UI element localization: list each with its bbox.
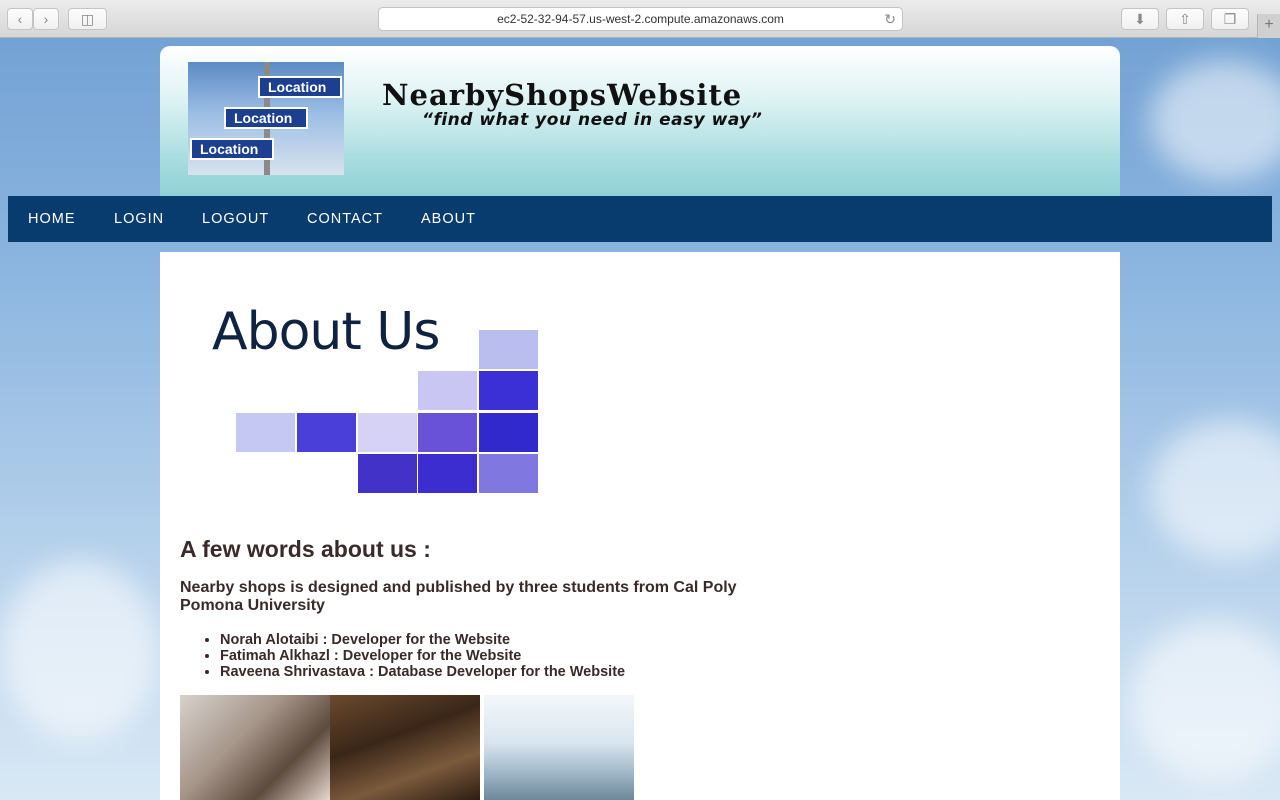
about-us-banner-text: About Us (212, 302, 440, 362)
site-header: Location Location Location NearbyShopsWe… (160, 46, 1120, 196)
banner-tile (418, 413, 477, 452)
site-slogan: “find what you need in easy way” (422, 110, 763, 130)
cloud-decoration (1150, 420, 1280, 560)
nav-home[interactable]: HOME (28, 196, 76, 242)
banner-tile (358, 413, 417, 452)
team-photo (330, 695, 480, 800)
list-item: Raveena Shrivastava : Database Developer… (220, 664, 625, 680)
tabs-icon[interactable]: ❐ (1211, 8, 1249, 30)
list-item: Fatimah Alkhazl : Developer for the Webs… (220, 648, 625, 664)
main-nav: HOME LOGIN LOGOUT CONTACT ABOUT (8, 196, 1272, 242)
section-heading: A few words about us : (180, 536, 431, 562)
forward-icon[interactable]: › (33, 8, 59, 30)
url-text: ec2-52-32-94-57.us-west-2.compute.amazon… (497, 12, 784, 26)
download-icon[interactable]: ⬇ (1121, 8, 1159, 30)
browser-toolbar: ‹ › ◫ ec2-52-32-94-57.us-west-2.compute.… (0, 0, 1280, 38)
cloud-decoration (1130, 620, 1280, 780)
banner-tile (418, 454, 477, 493)
new-tab-icon[interactable]: + (1257, 14, 1280, 38)
banner-tile (479, 371, 538, 410)
reload-icon[interactable]: ↻ (884, 8, 896, 30)
nav-contact[interactable]: CONTACT (307, 196, 383, 242)
list-item: Norah Alotaibi : Developer for the Websi… (220, 632, 625, 648)
intro-text: Nearby shops is designed and published b… (180, 579, 737, 614)
cloud-decoration (0, 560, 160, 740)
location-signs-logo: Location Location Location (188, 62, 344, 175)
banner-tile (479, 330, 538, 369)
back-icon[interactable]: ‹ (7, 8, 33, 30)
site-title: NearbyShopsWebsite (382, 78, 743, 112)
sidebar-icon[interactable]: ◫ (68, 8, 107, 30)
logo-sign: Location (258, 76, 342, 98)
nav-logout[interactable]: LOGOUT (202, 196, 269, 242)
team-photo (180, 695, 330, 800)
cloud-decoration (1150, 60, 1280, 180)
address-bar[interactable]: ec2-52-32-94-57.us-west-2.compute.amazon… (378, 7, 903, 31)
logo-sign: Location (224, 107, 308, 129)
banner-tile (479, 413, 538, 452)
banner-tile (236, 413, 295, 452)
banner-tile (479, 454, 538, 493)
share-icon[interactable]: ⇧ (1166, 8, 1204, 30)
nav-about[interactable]: ABOUT (421, 196, 476, 242)
logo-sign: Location (190, 138, 274, 160)
team-photo (484, 695, 634, 800)
banner-tile (297, 413, 356, 452)
main-content: About Us A few words about us : Nearby s… (160, 252, 1120, 800)
nav-login[interactable]: LOGIN (114, 196, 164, 242)
about-us-banner: About Us (190, 282, 550, 514)
banner-tile (418, 371, 477, 410)
members-list: Norah Alotaibi : Developer for the Websi… (220, 632, 625, 680)
banner-tile (358, 454, 417, 493)
